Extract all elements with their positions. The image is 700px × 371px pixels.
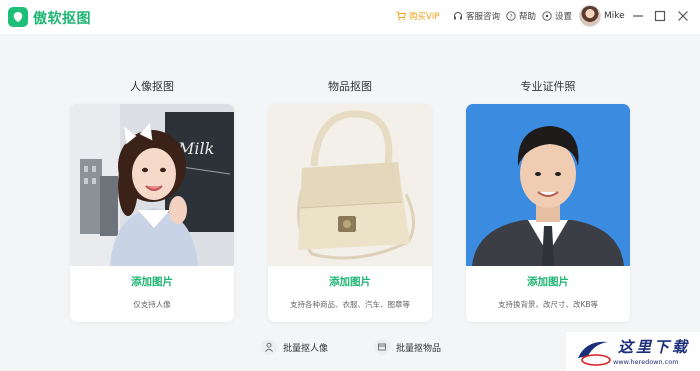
watermark-text: 这里下载	[618, 338, 691, 356]
buy-vip-label: 购买VIP	[409, 12, 440, 22]
gear-icon	[542, 11, 552, 21]
help-label: 帮助	[519, 12, 537, 22]
idphoto-add-image-button[interactable]: 添加图片	[466, 274, 630, 289]
object-cutout-card[interactable]: 添加图片 支持各种商品、衣服、汽车、图章等	[268, 104, 432, 322]
headset-icon	[454, 12, 462, 20]
buy-vip-button[interactable]: 购买VIP	[396, 10, 439, 22]
user-name[interactable]: Mike	[604, 11, 625, 21]
support-button[interactable]: 客服咨询	[453, 10, 500, 22]
person-icon	[261, 339, 277, 355]
portrait-sample-image: Milk	[70, 104, 234, 266]
object-sample-image	[268, 104, 432, 266]
idphoto-sample-image	[466, 104, 630, 266]
portrait-description: 仅支持人像	[133, 300, 171, 309]
batch-object-button[interactable]: 批量抠物品	[374, 339, 441, 355]
watermark-logo-icon	[578, 341, 611, 366]
batch-portrait-label: 批量抠人像	[283, 343, 329, 354]
portrait-section-title: 人像抠图	[130, 80, 174, 93]
svg-text:?: ?	[509, 13, 512, 20]
help-button[interactable]: ? 帮助	[506, 10, 536, 22]
minimize-icon[interactable]	[631, 9, 645, 23]
close-icon[interactable]	[676, 9, 690, 23]
idphoto-section-title: 专业证件照	[520, 80, 576, 93]
help-icon: ?	[506, 11, 516, 21]
app-name: 傲软抠图	[33, 11, 91, 27]
batch-portrait-button[interactable]: 批量抠人像	[261, 339, 328, 355]
cart-icon	[396, 11, 406, 21]
title-bar: 傲软抠图 购买VIP 客服咨询 ? 帮助 设置 Mike	[0, 0, 700, 34]
avatar[interactable]	[579, 5, 601, 27]
object-add-image-button[interactable]: 添加图片	[268, 274, 432, 289]
batch-object-label: 批量抠物品	[396, 343, 442, 354]
idphoto-card[interactable]: 添加图片 支持换背景、改尺寸、改KB等	[466, 104, 630, 322]
settings-label: 设置	[555, 12, 573, 22]
box-icon	[374, 339, 390, 355]
app-logo-icon	[8, 7, 28, 27]
portrait-cutout-card[interactable]: Milk 添加图片 仅支持人像	[70, 104, 234, 322]
portrait-add-image-button[interactable]: 添加图片	[70, 274, 234, 289]
watermark-url: www.heredown.com	[613, 358, 679, 366]
settings-button[interactable]: 设置	[542, 10, 572, 22]
idphoto-description: 支持换背景、改尺寸、改KB等	[497, 300, 599, 309]
maximize-icon[interactable]	[653, 9, 667, 23]
object-section-title: 物品抠图	[328, 80, 372, 93]
object-description: 支持各种商品、衣服、汽车、图章等	[290, 300, 410, 309]
support-label: 客服咨询	[466, 12, 501, 22]
